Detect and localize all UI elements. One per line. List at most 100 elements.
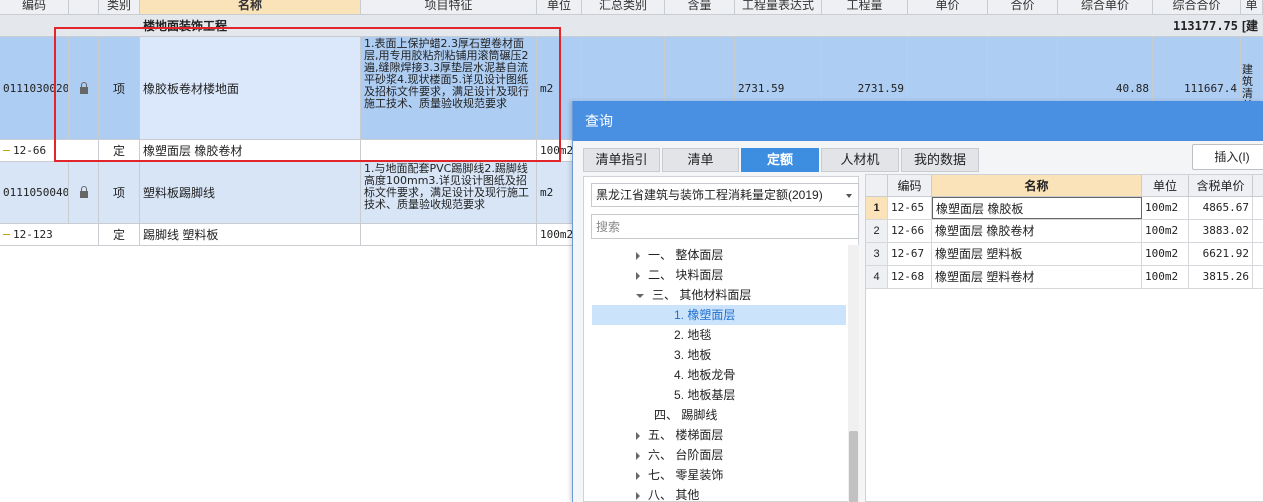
chevron-right-icon[interactable]: [636, 431, 640, 440]
row-name[interactable]: 踢脚线 塑料板: [140, 224, 361, 245]
col-header-summary-type[interactable]: 汇总类别: [582, 0, 665, 15]
tree-node-floor-joist[interactable]: 4. 地板龙骨: [674, 365, 846, 385]
row-lock: [69, 37, 99, 139]
chevron-down-icon[interactable]: [636, 293, 644, 298]
tree-search-input[interactable]: [591, 214, 859, 239]
quota-db-select[interactable]: 黑龙江省建筑与装饰工程消耗量定额(2019): [591, 183, 859, 207]
result-price: 6621.92: [1189, 243, 1253, 265]
col-header-extra[interactable]: 单: [1241, 0, 1263, 15]
section-total-tail: [建: [1242, 19, 1258, 33]
result-header-code[interactable]: 编码: [888, 175, 932, 197]
row-features[interactable]: [361, 224, 537, 245]
tree-node-carpet[interactable]: 2. 地毯: [674, 325, 846, 345]
tree-node-stairs[interactable]: 五、 楼梯面层: [636, 425, 846, 445]
tree-node-rubber-plastic[interactable]: 1. 橡塑面层: [592, 305, 846, 325]
result-row[interactable]: 1 12-65 橡塑面层 橡胶板 100m2 4865.67: [866, 197, 1263, 220]
tree-line-icon: [3, 150, 10, 151]
tree-node-skirting[interactable]: 四、 踢脚线: [654, 405, 846, 425]
row-code: 12-66: [0, 140, 99, 161]
query-dialog: 查询 清单指引 清单 定额 人材机 我的数据 插入(I) 黑龙江省建筑与装饰工程…: [572, 101, 1263, 502]
col-header-unit[interactable]: 单位: [537, 0, 582, 15]
tree-node-tile[interactable]: 二、 块料面层: [636, 265, 846, 285]
row-type: 定: [99, 140, 140, 161]
col-header-price[interactable]: 合价: [988, 0, 1058, 15]
tree-node-wood-floor[interactable]: 3. 地板: [674, 345, 846, 365]
row-features[interactable]: [361, 140, 537, 161]
col-header-unit-price[interactable]: 单价: [908, 0, 988, 15]
row-code: 011103002001: [0, 37, 69, 139]
lock-icon: [79, 186, 88, 198]
scrollbar-thumb[interactable]: [849, 431, 858, 502]
section-row[interactable]: 楼地面装饰工程 113177.75 [建: [0, 15, 1263, 37]
col-header-type-label[interactable]: 类别: [99, 0, 140, 15]
row-type: 项: [99, 37, 140, 139]
result-row[interactable]: 3 12-67 橡塑面层 塑料板 100m2 6621.92: [866, 243, 1263, 266]
result-name[interactable]: 橡塑面层 橡胶板: [932, 197, 1142, 219]
quota-tree-pane: 黑龙江省建筑与装饰工程消耗量定额(2019) 一、 整体面层 二、 块料面层 三…: [583, 176, 859, 502]
result-unit: 100m2: [1142, 243, 1189, 265]
row-features[interactable]: 1.表面上保护蜡2.3厚石塑卷材面层,用专用胶粘剂粘铺用滚筒碾压2遍,缝隙焊接3…: [361, 37, 537, 139]
tree-node-misc-decor[interactable]: 七、 零星装饰: [636, 465, 846, 485]
chevron-right-icon[interactable]: [636, 251, 640, 260]
result-header-index: [866, 175, 888, 197]
tab-labor-material[interactable]: 人材机: [821, 148, 899, 172]
result-row[interactable]: 4 12-68 橡塑面层 塑料卷材 100m2 3815.26: [866, 266, 1263, 289]
row-name[interactable]: 橡塑面层 橡胶卷材: [140, 140, 361, 161]
tab-bill-guide[interactable]: 清单指引: [583, 148, 660, 172]
result-index: 1: [866, 197, 888, 219]
result-index: 2: [866, 220, 888, 242]
result-header-price[interactable]: 含税单价: [1189, 175, 1253, 197]
col-header-qty-expr[interactable]: 工程量表达式: [735, 0, 822, 15]
quota-db-value: 黑龙江省建筑与装饰工程消耗量定额(2019): [596, 188, 823, 202]
tab-bill[interactable]: 清单: [662, 148, 739, 172]
col-header-comp-total[interactable]: 综合合价: [1153, 0, 1241, 15]
result-unit: 100m2: [1142, 266, 1189, 288]
lock-icon: [79, 81, 88, 94]
result-price: 4865.67: [1189, 197, 1253, 219]
col-header-features[interactable]: 项目特征: [361, 0, 537, 15]
chevron-right-icon[interactable]: [636, 471, 640, 480]
row-name[interactable]: 塑料板踢脚线: [140, 162, 361, 223]
tree-node-other[interactable]: 八、 其他: [636, 485, 846, 502]
result-code: 12-68: [888, 266, 932, 288]
col-header-type[interactable]: [69, 0, 99, 15]
quota-results-table: 编码 名称 单位 含税单价 1 12-65 橡塑面层 橡胶板 100m2 486…: [865, 174, 1263, 502]
quota-tree: 一、 整体面层 二、 块料面层 三、 其他材料面层 1. 橡塑面层 2. 地毯 …: [584, 245, 846, 502]
result-unit: 100m2: [1142, 220, 1189, 242]
result-unit: 100m2: [1142, 197, 1189, 219]
tree-node-integral[interactable]: 一、 整体面层: [636, 245, 846, 265]
chevron-down-icon: [846, 194, 852, 198]
dialog-title[interactable]: 查询: [573, 101, 1263, 141]
result-name[interactable]: 橡塑面层 塑料板: [932, 243, 1142, 265]
col-header-qty[interactable]: 工程量: [822, 0, 908, 15]
chevron-right-icon[interactable]: [636, 271, 640, 280]
row-features[interactable]: 1.与地面配套PVC踢脚线2.踢脚线高度100mm3.详见设计图纸及招标文件要求…: [361, 162, 537, 223]
chevron-right-icon[interactable]: [636, 491, 640, 500]
row-code: 12-123: [0, 224, 99, 245]
result-code: 12-65: [888, 197, 932, 219]
tree-scrollbar[interactable]: [848, 245, 859, 502]
row-type: 定: [99, 224, 140, 245]
col-header-name[interactable]: 名称: [140, 0, 361, 15]
tab-my-data[interactable]: 我的数据: [901, 148, 979, 172]
result-price: 3883.02: [1189, 220, 1253, 242]
result-header-unit[interactable]: 单位: [1142, 175, 1189, 197]
col-header-comp-unit-price[interactable]: 综合单价: [1058, 0, 1153, 15]
chevron-right-icon[interactable]: [636, 451, 640, 460]
result-name[interactable]: 橡塑面层 橡胶卷材: [932, 220, 1142, 242]
section-total: 113177.75: [1172, 18, 1238, 33]
col-header-code[interactable]: 编码: [0, 0, 69, 15]
dialog-body: 清单指引 清单 定额 人材机 我的数据 插入(I) 黑龙江省建筑与装饰工程消耗量…: [573, 141, 1263, 502]
insert-button[interactable]: 插入(I): [1192, 144, 1263, 170]
col-header-content[interactable]: 含量: [665, 0, 735, 15]
row-name[interactable]: 橡胶板卷材楼地面: [140, 37, 361, 139]
tab-quota[interactable]: 定额: [741, 148, 819, 172]
tree-node-other-material[interactable]: 三、 其他材料面层: [636, 285, 846, 305]
result-header-name[interactable]: 名称: [932, 175, 1142, 197]
result-row[interactable]: 2 12-66 橡塑面层 橡胶卷材 100m2 3883.02: [866, 220, 1263, 243]
tree-node-steps[interactable]: 六、 台阶面层: [636, 445, 846, 465]
result-name[interactable]: 橡塑面层 塑料卷材: [932, 266, 1142, 288]
row-code: 011105004004: [0, 162, 69, 223]
row-type: 项: [99, 162, 140, 223]
tree-node-floor-base[interactable]: 5. 地板基层: [674, 385, 846, 405]
